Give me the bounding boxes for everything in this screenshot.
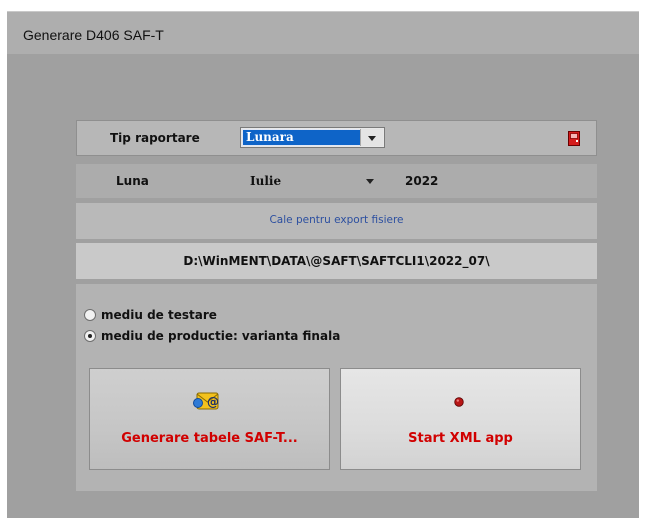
radio-button[interactable] [84, 330, 96, 342]
exit-door-icon[interactable] [568, 131, 580, 146]
luna-row: Luna Iulie 2022 [76, 164, 597, 198]
radio-label: mediu de testare [101, 308, 217, 322]
svg-text:@: @ [207, 395, 219, 409]
tip-raportare-dropdown-button[interactable] [360, 129, 383, 146]
email-at-icon: @ [193, 392, 219, 410]
tip-raportare-label: Tip raportare [110, 131, 200, 145]
export-path-row[interactable]: D:\WinMENT\DATA\@SAFT\SAFTCLI1\2022_07\ [76, 243, 597, 279]
tip-raportare-row: Tip raportare Lunara [76, 120, 597, 156]
start-xml-app-button[interactable]: Start XML app [340, 368, 581, 470]
export-caption-row: Cale pentru export fisiere [76, 203, 597, 239]
export-path-value: D:\WinMENT\DATA\@SAFT\SAFTCLI1\2022_07\ [183, 254, 490, 268]
year-value[interactable]: 2022 [405, 174, 438, 188]
luna-select[interactable]: Iulie [250, 174, 281, 188]
tip-raportare-value: Lunara [242, 129, 361, 146]
tip-raportare-select[interactable]: Lunara [240, 127, 385, 148]
title-bar: Generare D406 SAF-T [7, 11, 639, 54]
chevron-down-icon [368, 136, 376, 141]
export-path-caption: Cale pentru export fisiere [269, 214, 404, 226]
mode-actions-panel: mediu de testare mediu de productie: var… [76, 284, 597, 491]
generate-tables-label: Generare tabele SAF-T... [121, 431, 298, 446]
luna-label: Luna [116, 174, 149, 188]
window-title: Generare D406 SAF-T [23, 27, 164, 43]
chevron-down-icon[interactable] [366, 179, 374, 184]
start-xml-app-label: Start XML app [408, 431, 513, 446]
generate-tables-button[interactable]: @ Generare tabele SAF-T... [89, 368, 330, 470]
radio-selected-dot [88, 334, 92, 338]
record-dot-icon [454, 397, 464, 407]
app-window: Generare D406 SAF-T Tip raportare Lunara… [7, 11, 639, 518]
radio-button[interactable] [84, 309, 96, 321]
radio-label: mediu de productie: varianta finala [101, 329, 341, 343]
